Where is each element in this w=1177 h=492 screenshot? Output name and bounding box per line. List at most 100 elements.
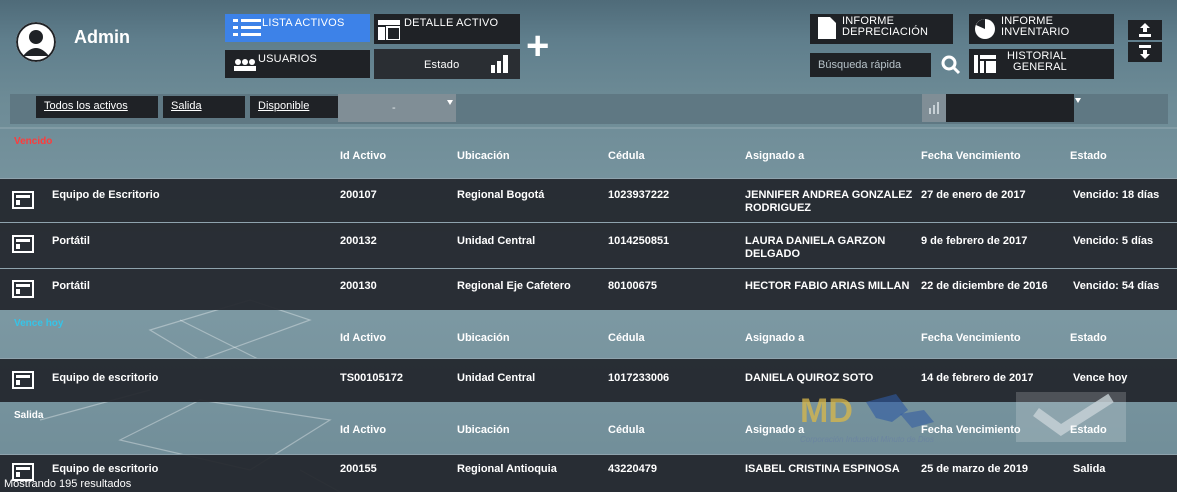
- cell-fecha: 9 de febrero de 2017: [921, 235, 1028, 247]
- col-estado: Estado: [1070, 150, 1107, 162]
- chart-filter-select[interactable]: [946, 94, 1074, 122]
- col-ubicacion: Ubicación: [457, 332, 510, 344]
- cell-cedula: 1017233006: [608, 372, 670, 384]
- cell-cedula: 1023937222: [608, 189, 670, 201]
- bar-chart-icon: [491, 55, 508, 73]
- download-button[interactable]: [1128, 42, 1162, 62]
- cell-cedula: 1014250851: [608, 235, 670, 247]
- col-cedula: Cédula: [608, 332, 645, 344]
- cell-asignado-l1: ISABEL CRISTINA ESPINOSA: [745, 463, 900, 475]
- cell-estado: Vence hoy: [1073, 372, 1128, 384]
- detail-icon: [378, 20, 400, 40]
- nav-informe-inventario-button[interactable]: INFORME INVENTARIO: [969, 14, 1114, 44]
- upload-button[interactable]: [1128, 20, 1162, 40]
- informe-depreciacion-line2: DEPRECIACIÓN: [842, 26, 929, 38]
- col-fecha: Fecha Vencimiento: [921, 332, 1021, 344]
- col-estado: Estado: [1070, 424, 1107, 436]
- chart-filter-icon-box: [922, 94, 946, 122]
- cell-asignado-l2: DELGADO: [745, 248, 800, 260]
- nav-lista-activos-label: LISTA ACTIVOS: [262, 17, 345, 29]
- cell-id: TS00105172: [340, 372, 403, 384]
- cell-fecha: 27 de enero de 2017: [921, 189, 1026, 201]
- nav-detalle-activo-label: DETALLE ACTIVO: [404, 17, 499, 29]
- nav-usuarios-button[interactable]: USUARIOS: [225, 50, 370, 78]
- filter-bar: Todos los activos Salida Disponible -: [10, 94, 1168, 124]
- document-icon: [818, 17, 836, 39]
- cell-id: 200107: [340, 189, 377, 201]
- cell-asignado-l1: LAURA DANIELA GARZON: [745, 235, 886, 247]
- cell-cedula: 80100675: [608, 280, 657, 292]
- informe-inventario-line2: INVENTARIO: [1001, 26, 1070, 38]
- nav-usuarios-label: USUARIOS: [258, 53, 318, 65]
- filter-todos-button[interactable]: Todos los activos: [36, 96, 158, 118]
- cell-asignado-l2: RODRIGUEZ: [745, 202, 811, 214]
- nav-lista-activos-button[interactable]: LISTA ACTIVOS: [225, 14, 370, 42]
- historial-line2: GENERAL: [1013, 61, 1067, 73]
- mini-bar-icon: [929, 102, 939, 114]
- cell-id: 200155: [340, 463, 377, 475]
- history-icon: [974, 55, 996, 73]
- add-icon[interactable]: +: [526, 26, 549, 66]
- cell-estado: Vencido: 54 días: [1073, 280, 1160, 292]
- section-vence-hoy-title: Vence hoy: [14, 318, 64, 329]
- cell-ubicacion: Unidad Central: [457, 235, 536, 247]
- col-asignado: Asignado a: [745, 332, 805, 344]
- cell-ubicacion: Regional Bogotá: [457, 189, 545, 201]
- results-count: Mostrando 195 resultados: [4, 478, 132, 490]
- cell-nombre: Equipo de escritorio: [52, 463, 159, 475]
- table-row[interactable]: Portátil 200132 Unidad Central 101425085…: [0, 222, 1177, 268]
- cell-estado: Salida: [1073, 463, 1106, 475]
- cell-ubicacion: Regional Eje Cafetero: [457, 280, 571, 292]
- col-asignado: Asignado a: [745, 150, 805, 162]
- cell-estado: Vencido: 18 días: [1073, 189, 1160, 201]
- col-fecha: Fecha Vencimiento: [921, 150, 1021, 162]
- quick-search-input[interactable]: [810, 53, 931, 77]
- cell-asignado-l1: DANIELA QUIROZ SOTO: [745, 372, 874, 384]
- col-id: Id Activo: [340, 150, 387, 162]
- cell-id: 200130: [340, 280, 377, 292]
- user-name: Admin: [74, 27, 130, 47]
- filter-select[interactable]: -: [338, 94, 456, 122]
- table-row[interactable]: Equipo de escritorio TS00105172 Unidad C…: [0, 358, 1177, 402]
- nav-estado-button[interactable]: Estado: [374, 49, 520, 79]
- cell-asignado-l1: HECTOR FABIO ARIAS MILLAN: [745, 280, 910, 292]
- cell-asignado-l1: JENNIFER ANDREA GONZALEZ: [745, 189, 913, 201]
- filter-salida-button[interactable]: Salida: [163, 96, 245, 118]
- nav-informe-depreciacion-button[interactable]: INFORME DEPRECIACIÓN: [810, 14, 953, 44]
- section-salida-header: Salida Id Activo Ubicación Cédula Asigna…: [0, 404, 1177, 454]
- cell-ubicacion: Regional Antioquia: [457, 463, 557, 475]
- col-asignado: Asignado a: [745, 424, 805, 436]
- download-icon: [1139, 45, 1151, 59]
- filter-disponible-button[interactable]: Disponible: [250, 96, 338, 118]
- nav-detalle-activo-button[interactable]: DETALLE ACTIVO: [374, 14, 520, 44]
- section-salida-title: Salida: [14, 410, 44, 421]
- search-icon[interactable]: [941, 55, 961, 75]
- upload-icon: [1139, 23, 1151, 37]
- chevron-down-icon: [1075, 98, 1081, 103]
- chevron-down-icon: [447, 100, 453, 105]
- table-row[interactable]: Equipo de Escritorio 200107 Regional Bog…: [0, 178, 1177, 222]
- section-vence-hoy-header: Vence hoy Id Activo Ubicación Cédula Asi…: [0, 312, 1177, 360]
- cell-fecha: 22 de diciembre de 2016: [921, 280, 1048, 292]
- section-vencido-header: Vencido Id Activo Ubicación Cédula Asign…: [0, 130, 1177, 178]
- cell-cedula: 43220479: [608, 463, 657, 475]
- table-row[interactable]: Portátil 200130 Regional Eje Cafetero 80…: [0, 268, 1177, 310]
- col-ubicacion: Ubicación: [457, 150, 510, 162]
- cell-nombre: Portátil: [52, 280, 90, 292]
- pie-chart-icon: [975, 19, 995, 39]
- cell-nombre: Portátil: [52, 235, 90, 247]
- users-icon: [234, 59, 256, 71]
- section-vencido-title: Vencido: [14, 136, 53, 147]
- col-fecha: Fecha Vencimiento: [921, 424, 1021, 436]
- user-avatar[interactable]: [16, 22, 56, 62]
- col-ubicacion: Ubicación: [457, 424, 510, 436]
- asset-icon: [12, 235, 34, 253]
- table-row[interactable]: Equipo de escritorio 200155 Regional Ant…: [0, 454, 1177, 492]
- nav-historial-general-button[interactable]: HISTORIAL GENERAL: [969, 49, 1114, 79]
- cell-estado: Vencido: 5 días: [1073, 235, 1154, 247]
- list-icon: [233, 19, 261, 36]
- col-cedula: Cédula: [608, 150, 645, 162]
- col-estado: Estado: [1070, 332, 1107, 344]
- cell-nombre: Equipo de escritorio: [52, 372, 159, 384]
- cell-ubicacion: Unidad Central: [457, 372, 536, 384]
